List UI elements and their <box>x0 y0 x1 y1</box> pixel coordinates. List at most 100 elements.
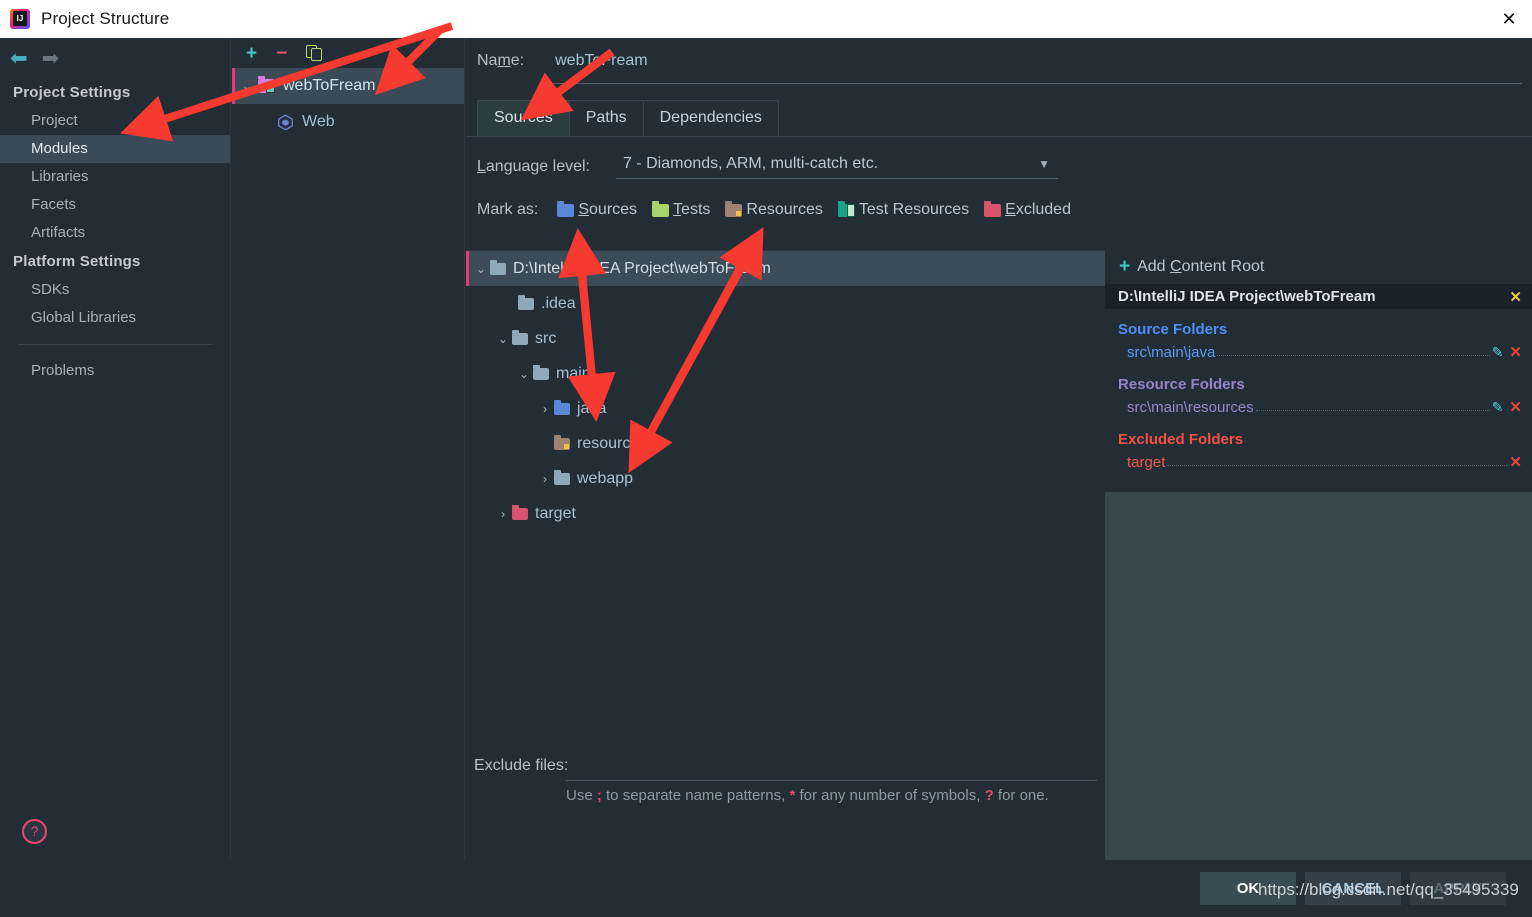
name-field-underline <box>544 83 1522 84</box>
mark-as-sources[interactable]: Sources <box>557 200 638 219</box>
exclude-files-hint: Use ; to separate name patterns, * for a… <box>566 787 1049 804</box>
language-level-label: Language level: <box>477 158 590 175</box>
content-root-header: D:\IntelliJ IDEA Project\webToFream ✕ <box>1105 284 1532 309</box>
tree-row-main[interactable]: ⌄ main <box>466 356 1105 391</box>
dotted-leader <box>1217 345 1490 356</box>
source-folders-title: Source Folders <box>1118 321 1228 338</box>
sidebar-item-libraries[interactable]: Libraries <box>0 163 230 191</box>
source-folder-row: src\main\java ✎ ✕ <box>1105 340 1532 364</box>
title-bar: Project Structure ✕ <box>0 0 1532 38</box>
tree-label: webapp <box>577 469 634 487</box>
tree-row-idea[interactable]: .idea <box>466 286 1105 321</box>
sidebar-item-artifacts[interactable]: Artifacts <box>0 219 230 247</box>
remove-excluded-folder-icon[interactable]: ✕ <box>1509 453 1522 471</box>
sidebar-item-facets[interactable]: Facets <box>0 191 230 219</box>
arrow-right-icon[interactable]: ➡ <box>42 48 60 69</box>
tab-dependencies[interactable]: Dependencies <box>642 100 779 136</box>
help-question-icon[interactable]: ? <box>22 819 47 844</box>
intellij-idea-logo-icon <box>10 9 30 29</box>
tab-sources[interactable]: Sources <box>477 100 570 136</box>
sidebar-item-problems[interactable]: Problems <box>0 357 230 385</box>
minus-icon[interactable]: − <box>276 44 287 63</box>
ok-button[interactable]: OK <box>1200 872 1296 905</box>
resource-folder-path: src\main\resources <box>1127 398 1254 416</box>
tree-label: D:\IntelliJ IDEA Project\webToFream <box>513 259 771 277</box>
mark-as-resources-label: Resources <box>746 201 823 218</box>
tree-label: .idea <box>541 294 576 312</box>
plus-icon[interactable]: + <box>246 44 257 63</box>
module-name-value[interactable]: webToFream <box>555 52 647 70</box>
remove-content-root-icon[interactable]: ✕ <box>1509 288 1522 306</box>
content-root-path: D:\IntelliJ IDEA Project\webToFream <box>1118 288 1376 305</box>
chevron-down-icon[interactable]: ▼ <box>1038 157 1050 171</box>
mark-as-excluded-label: Excluded <box>1005 201 1071 218</box>
sidebar-nav: ⬅ ➡ <box>0 38 230 78</box>
web-facet-icon <box>276 113 294 131</box>
remove-resource-folder-icon[interactable]: ✕ <box>1509 398 1522 416</box>
add-content-root-button[interactable]: + Add Content Root <box>1105 250 1532 284</box>
chevron-down-icon[interactable]: ⌄ <box>472 262 490 276</box>
module-folder-icon <box>258 76 275 93</box>
facet-label: Web <box>302 113 335 130</box>
exclude-files-input[interactable] <box>566 757 1097 781</box>
chevron-right-icon[interactable]: › <box>536 402 554 416</box>
mark-as-sources-label: Sources <box>578 201 638 218</box>
pencil-icon[interactable]: ✎ <box>1492 344 1504 361</box>
folder-icon <box>490 259 506 275</box>
window-title: Project Structure <box>41 9 170 28</box>
mark-as-label: Mark as: <box>477 201 539 218</box>
resource-folders-title: Resource Folders <box>1118 376 1245 393</box>
sidebar-item-project[interactable]: Project <box>0 107 230 135</box>
modules-panel: + − ⌄ webToFream Web <box>232 38 465 860</box>
module-tree-item-web[interactable]: Web <box>232 104 464 140</box>
apply-button[interactable]: APPLY <box>1410 872 1506 905</box>
source-folder-path: src\main\java <box>1127 343 1216 361</box>
chevron-down-icon[interactable]: ⌄ <box>494 332 512 346</box>
mark-as-test-resources-label: Test Resources <box>858 201 970 218</box>
chevron-right-icon[interactable]: › <box>494 507 512 521</box>
remove-source-folder-icon[interactable]: ✕ <box>1509 343 1522 361</box>
tab-paths[interactable]: Paths <box>568 100 644 136</box>
tabs-underline <box>466 136 1532 137</box>
sidebar-item-modules[interactable]: Modules <box>0 135 230 163</box>
language-level-value: 7 - Diamonds, ARM, multi-catch etc. <box>623 155 879 172</box>
mark-as-test-resources[interactable]: Test Resources <box>837 200 970 219</box>
module-name-row: Name: webToFream <box>466 38 1532 83</box>
cancel-button[interactable]: CANCEL <box>1305 872 1401 905</box>
tree-row-java[interactable]: › java <box>466 391 1105 426</box>
language-level-row: Language level: 7 - Diamonds, ARM, multi… <box>477 155 1532 179</box>
tree-row-target[interactable]: › target <box>466 496 1105 531</box>
close-icon[interactable]: ✕ <box>1486 0 1532 38</box>
tree-label: src <box>535 329 557 347</box>
excluded-folders-title: Excluded Folders <box>1118 431 1244 448</box>
sidebar-item-global-libraries[interactable]: Global Libraries <box>0 304 230 332</box>
add-content-root-label: Add Content Root <box>1137 258 1265 275</box>
chevron-down-icon[interactable]: ⌄ <box>515 367 533 381</box>
project-structure-dialog: Project Structure ✕ ⬅ ➡ Project Settings… <box>0 0 1532 917</box>
folder-sources-icon <box>557 200 575 217</box>
tree-row-src[interactable]: ⌄ src <box>466 321 1105 356</box>
tree-row-webapp[interactable]: › webapp <box>466 461 1105 496</box>
mark-as-resources[interactable]: Resources <box>725 200 823 219</box>
content-root-tree: ⌄ D:\IntelliJ IDEA Project\webToFream .i… <box>466 250 1105 832</box>
exclude-files-section: Exclude files: Use ; to separate name pa… <box>466 757 1105 804</box>
chevron-right-icon[interactable]: › <box>536 472 554 486</box>
module-label: webToFream <box>283 77 376 94</box>
sidebar-item-sdks[interactable]: SDKs <box>0 276 230 304</box>
sidebar-group-project-settings: Project Settings <box>13 84 131 101</box>
mark-as-row: Mark as: Sources Tests Resources Test Re… <box>477 200 1532 219</box>
dialog-button-bar: OK CANCEL APPLY <box>0 860 1532 917</box>
folder-test-resources-icon <box>837 200 855 217</box>
folder-resources-icon <box>725 200 743 217</box>
copy-icon[interactable] <box>306 44 323 62</box>
arrow-left-icon[interactable]: ⬅ <box>10 48 28 69</box>
module-tree-item-webtofream[interactable]: ⌄ webToFream <box>232 68 464 104</box>
tree-row-resources[interactable]: resources <box>466 426 1105 461</box>
pencil-icon[interactable]: ✎ <box>1492 399 1504 416</box>
chevron-down-icon[interactable]: ⌄ <box>242 79 258 93</box>
mark-as-excluded[interactable]: Excluded <box>984 200 1071 219</box>
mark-as-tests[interactable]: Tests <box>652 200 710 219</box>
folder-icon <box>533 364 549 380</box>
language-level-select[interactable]: 7 - Diamonds, ARM, multi-catch etc. ▼ <box>616 155 1058 179</box>
tree-row-content-root[interactable]: ⌄ D:\IntelliJ IDEA Project\webToFream <box>466 251 1105 286</box>
